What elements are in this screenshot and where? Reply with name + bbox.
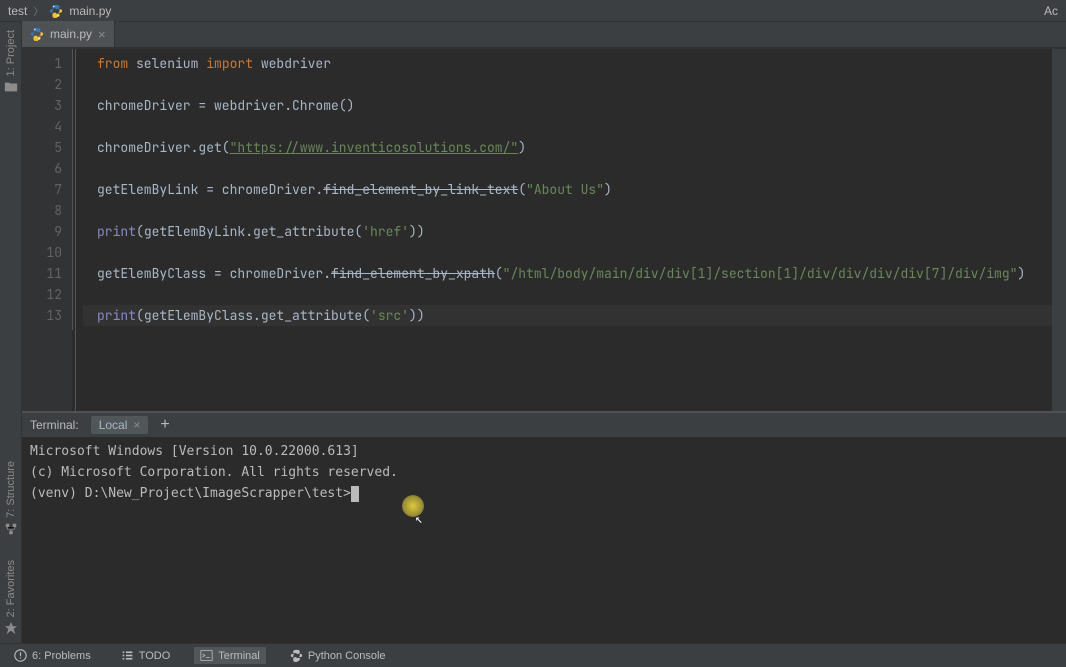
- warning-icon: [14, 649, 27, 662]
- structure-icon: [4, 522, 18, 536]
- terminal-panel: Terminal: Local × + ↖ Microsoft Windows …: [22, 411, 1066, 643]
- tool-python-console[interactable]: Python Console: [284, 647, 392, 664]
- tool-problems[interactable]: 6: Problems: [8, 647, 97, 664]
- code-editor[interactable]: 12345678910111213 from selenium import w…: [22, 48, 1066, 411]
- tab-label: main.py: [50, 27, 92, 41]
- close-icon[interactable]: ×: [98, 27, 106, 42]
- scrollbar[interactable]: [1052, 49, 1066, 411]
- terminal-output[interactable]: ↖ Microsoft Windows [Version 10.0.22000.…: [22, 437, 1066, 643]
- mouse-cursor-icon: ↖: [415, 509, 423, 530]
- terminal-tab-local[interactable]: Local ×: [91, 416, 149, 434]
- chevron-right-icon: 〉: [33, 3, 43, 18]
- terminal-icon: [200, 649, 213, 662]
- code-area[interactable]: from selenium import webdriverchromeDriv…: [72, 49, 1052, 330]
- star-icon: [4, 621, 18, 635]
- tool-terminal[interactable]: Terminal: [194, 647, 266, 664]
- breadcrumb-project[interactable]: test: [8, 4, 27, 18]
- python-file-icon: [49, 4, 63, 18]
- tool-todo[interactable]: TODO: [115, 647, 177, 664]
- close-icon[interactable]: ×: [133, 418, 140, 432]
- tool-structure[interactable]: 7: Structure: [5, 461, 17, 518]
- breadcrumb: test 〉 main.py Ac: [0, 0, 1066, 22]
- list-icon: [121, 649, 134, 662]
- terminal-title: Terminal:: [30, 418, 79, 432]
- tab-main-py[interactable]: main.py ×: [22, 21, 115, 47]
- add-terminal-button[interactable]: +: [160, 416, 169, 434]
- bottom-tool-bar: 6: Problems TODO Terminal Python Console: [0, 643, 1066, 667]
- python-icon: [290, 649, 303, 662]
- line-gutter: 12345678910111213: [22, 49, 72, 411]
- folder-icon: [4, 80, 18, 94]
- tool-project[interactable]: 1: Project: [5, 30, 17, 76]
- left-tool-rail: 1: Project 7: Structure 2: Favorites: [0, 22, 22, 643]
- top-right-text: Ac: [1044, 4, 1058, 18]
- python-file-icon: [30, 27, 44, 41]
- breadcrumb-file[interactable]: main.py: [69, 4, 111, 18]
- tool-favorites[interactable]: 2: Favorites: [5, 560, 17, 617]
- editor-tabs: main.py ×: [22, 22, 1066, 48]
